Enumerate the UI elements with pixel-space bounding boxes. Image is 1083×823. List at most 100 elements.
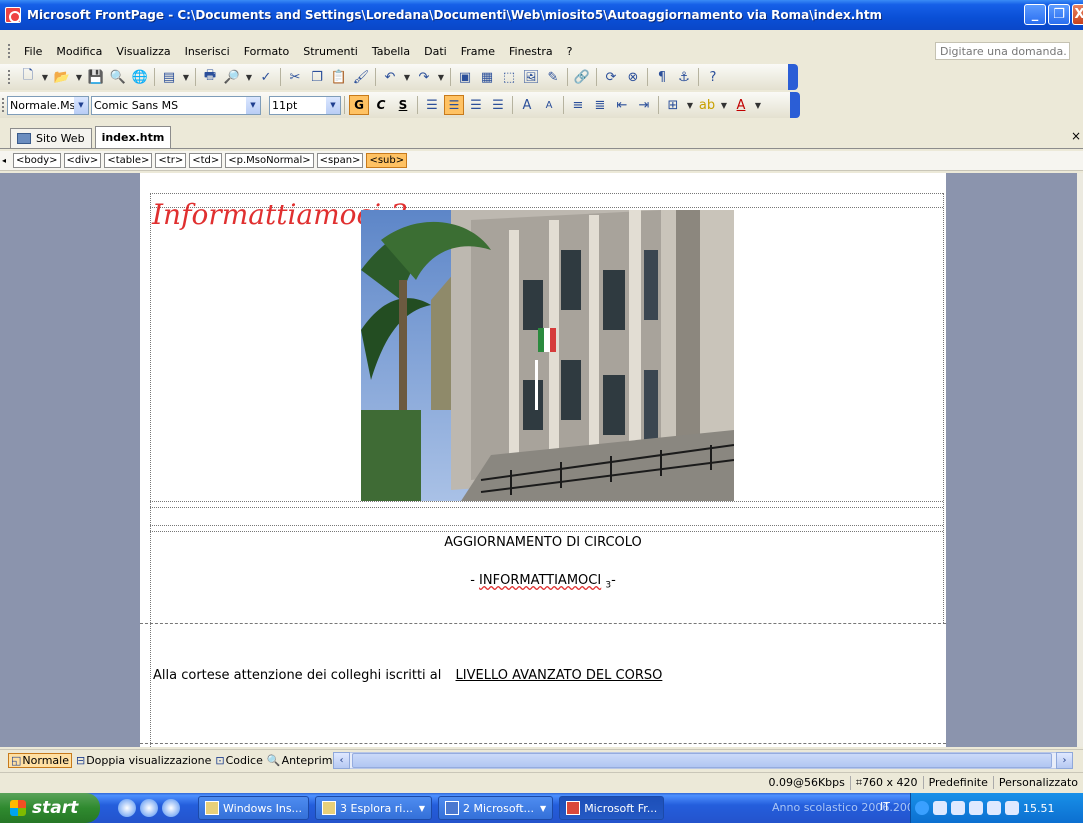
insert-picture-icon[interactable]: 🖼 xyxy=(520,66,542,88)
font-select[interactable]: Comic Sans MS ▼ xyxy=(91,95,261,115)
taskbar-frontpage[interactable]: Microsoft Fr... xyxy=(559,796,665,820)
menu-formato[interactable]: Formato xyxy=(237,45,297,58)
font-color-icon[interactable]: A xyxy=(730,94,752,116)
bulleted-list-icon[interactable]: ≣ xyxy=(589,94,611,116)
toggle-pane-icon[interactable]: ▤ xyxy=(158,66,180,88)
tag-sub[interactable]: <sub> xyxy=(366,153,408,168)
school-building-photo[interactable] xyxy=(361,210,734,501)
menu-modifica[interactable]: Modifica xyxy=(49,45,109,58)
highlight-icon[interactable]: ab xyxy=(696,94,718,116)
chevron-down-icon[interactable]: ▼ xyxy=(246,96,260,114)
restore-button[interactable]: ❐ xyxy=(1048,4,1070,25)
menu-tabella[interactable]: Tabella xyxy=(365,45,417,58)
horizontal-scrollbar[interactable]: ‹ › xyxy=(333,752,1073,769)
media-player-icon[interactable] xyxy=(162,799,180,817)
align-right-icon[interactable]: ☰ xyxy=(465,94,487,116)
tag-table[interactable]: <table> xyxy=(104,153,153,168)
menu-strumenti[interactable]: Strumenti xyxy=(296,45,365,58)
redo-icon[interactable]: ↷ xyxy=(413,66,435,88)
cut-icon[interactable]: ✂ xyxy=(284,66,306,88)
menu-finestra[interactable]: Finestra xyxy=(502,45,560,58)
stop-icon[interactable]: ⊗ xyxy=(622,66,644,88)
publish-icon[interactable]: 🌐 xyxy=(129,66,151,88)
scroll-thumb[interactable] xyxy=(352,753,1052,768)
increase-indent-icon[interactable]: ⇥ xyxy=(633,94,655,116)
menu-inserisci[interactable]: Inserisci xyxy=(178,45,237,58)
dropdown-arrow-icon[interactable]: ▼ xyxy=(435,66,447,88)
update-icon[interactable] xyxy=(1005,801,1019,815)
undo-icon[interactable]: ↶ xyxy=(379,66,401,88)
taskbar-word-group[interactable]: 2 Microsoft... ▼ xyxy=(437,796,554,820)
paste-icon[interactable]: 📋 xyxy=(328,66,350,88)
language-indicator[interactable]: IT xyxy=(880,800,890,813)
toolbar-options-button[interactable] xyxy=(790,92,800,118)
preview-icon[interactable]: 🔎 xyxy=(221,66,243,88)
align-left-icon[interactable]: ☰ xyxy=(421,94,443,116)
dropdown-arrow-icon[interactable]: ▼ xyxy=(180,66,192,88)
scroll-left-icon[interactable]: ‹ xyxy=(333,752,350,769)
informattiamoci-line[interactable]: - INFORMATTIAMOCI 3- xyxy=(140,573,946,591)
borders-icon[interactable]: ⊞ xyxy=(662,94,684,116)
increase-font-icon[interactable]: A xyxy=(516,94,538,116)
dropdown-arrow-icon[interactable]: ▼ xyxy=(718,94,730,116)
menu-visualizza[interactable]: Visualizza xyxy=(109,45,177,58)
view-anteprima[interactable]: 🔍 Anteprima xyxy=(267,754,339,767)
decrease-indent-icon[interactable]: ⇤ xyxy=(611,94,633,116)
address-toolbar-text[interactable]: Anno scolastico 2006.2007 xyxy=(772,801,921,814)
ie-icon[interactable] xyxy=(118,799,136,817)
view-normale[interactable]: ◱ Normale xyxy=(8,753,72,768)
dropdown-arrow-icon[interactable]: ▼ xyxy=(73,66,85,88)
save-icon[interactable]: 💾 xyxy=(85,66,107,88)
search-icon[interactable]: 🔍 xyxy=(107,66,129,88)
scroll-right-icon[interactable]: › xyxy=(1056,752,1073,769)
vertical-scrollbar[interactable] xyxy=(1077,173,1083,747)
chevron-down-icon[interactable]: ▼ xyxy=(74,96,88,114)
refresh-icon[interactable]: ⟳ xyxy=(600,66,622,88)
close-button[interactable]: X xyxy=(1072,4,1083,25)
anchor-icon[interactable]: ⚓ xyxy=(673,66,695,88)
clock[interactable]: 15.51 xyxy=(1023,802,1055,815)
tag-tr[interactable]: <tr> xyxy=(155,153,187,168)
align-center-icon[interactable]: ☰ xyxy=(444,95,464,115)
messenger-icon[interactable] xyxy=(987,801,1001,815)
tab-index-htm[interactable]: index.htm xyxy=(94,126,172,148)
new-page-icon[interactable]: 🗋 xyxy=(17,66,39,88)
menu-help[interactable]: ? xyxy=(560,45,580,58)
tray-back-icon[interactable] xyxy=(915,801,929,815)
course-link[interactable]: LIVELLO AVANZATO DEL CORSO xyxy=(456,668,663,683)
toolbar-grip[interactable] xyxy=(8,44,11,58)
insert-layer-icon[interactable]: ⬚ xyxy=(498,66,520,88)
network-icon[interactable] xyxy=(933,801,947,815)
outlook-icon[interactable] xyxy=(140,799,158,817)
taskbar-explorer-group[interactable]: 3 Esplora ri... ▼ xyxy=(315,796,432,820)
security-icon[interactable] xyxy=(951,801,965,815)
dropdown-arrow-icon[interactable]: ▼ xyxy=(39,66,51,88)
drawing-icon[interactable]: ✎ xyxy=(542,66,564,88)
page-canvas[interactable]: Informattiamoci 3 AGGIORNAMENTO DI CIRCO… xyxy=(140,173,946,747)
menu-frame[interactable]: Frame xyxy=(454,45,502,58)
menu-dati[interactable]: Dati xyxy=(417,45,454,58)
toolbar-grip[interactable] xyxy=(2,98,5,112)
frontpage-app-icon[interactable] xyxy=(5,7,21,23)
numbered-list-icon[interactable]: ≡ xyxy=(567,94,589,116)
print-icon[interactable]: 🖶 xyxy=(199,66,221,88)
copy-icon[interactable]: ❐ xyxy=(306,66,328,88)
design-view[interactable]: Informattiamoci 3 AGGIORNAMENTO DI CIRCO… xyxy=(0,173,1077,747)
taskbar-windows-installer[interactable]: Windows Ins... xyxy=(198,796,310,820)
dropdown-arrow-icon[interactable]: ▼ xyxy=(401,66,413,88)
justify-icon[interactable]: ☰ xyxy=(487,94,509,116)
spelling-icon[interactable]: ✓ xyxy=(255,66,277,88)
scroll-left-icon[interactable]: ◂ xyxy=(2,156,10,165)
web-component-icon[interactable]: ▣ xyxy=(454,66,476,88)
bold-button[interactable]: G xyxy=(349,95,369,115)
circolo-heading[interactable]: AGGIORNAMENTO DI CIRCOLO xyxy=(140,535,946,550)
default-mode[interactable]: Predefinite xyxy=(922,776,993,789)
close-document-icon[interactable]: × xyxy=(1071,129,1081,143)
toolbar-options-button[interactable] xyxy=(788,64,798,90)
minimize-button[interactable]: _ xyxy=(1024,4,1046,25)
custom-mode[interactable]: Personalizzato xyxy=(992,776,1083,789)
body-paragraph[interactable]: Alla cortese attenzione dei colleghi isc… xyxy=(153,668,662,683)
hyperlink-icon[interactable]: 🔗 xyxy=(571,66,593,88)
decrease-font-icon[interactable]: A xyxy=(538,94,560,116)
tag-div[interactable]: <div> xyxy=(63,153,102,168)
